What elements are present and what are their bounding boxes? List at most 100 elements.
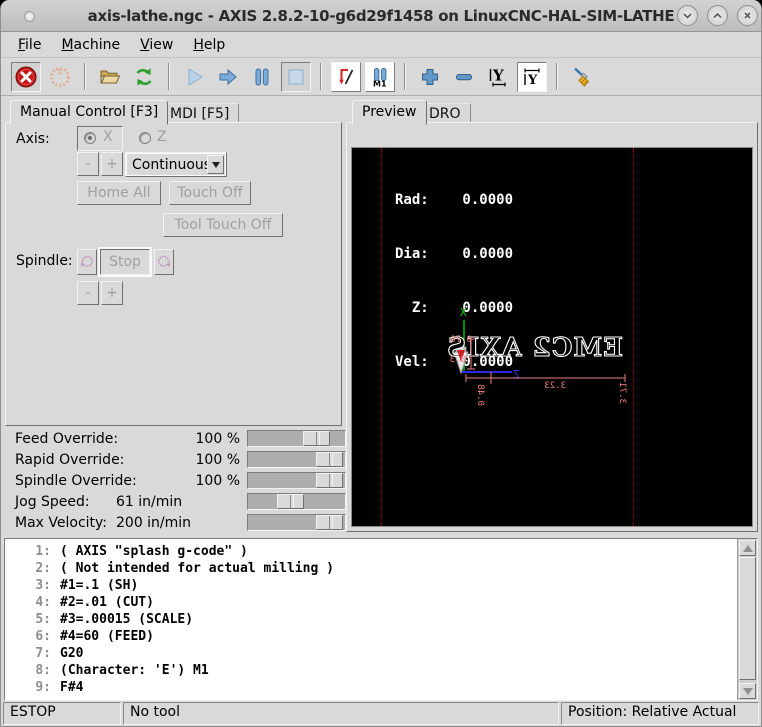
close-button[interactable] [737, 5, 758, 26]
jog-speed-slider[interactable] [247, 493, 346, 510]
max-velocity-row: Max Velocity: 200 in/min [5, 513, 344, 533]
clear-plot-button[interactable] [567, 62, 597, 92]
spindle-plus-button[interactable]: + [101, 281, 123, 305]
estop-icon [14, 65, 38, 89]
spindle-cw-button[interactable] [154, 249, 174, 275]
gcode-line[interactable]: 8:(Character: 'E') M1 [17, 662, 737, 679]
slider-thumb[interactable] [316, 473, 343, 488]
rapid-override-slider[interactable] [247, 451, 346, 468]
feed-override-slider[interactable] [247, 430, 346, 447]
scrollbar-thumb[interactable] [739, 557, 756, 680]
gcode-line[interactable]: 5:#3=.00015 (SCALE) [17, 611, 737, 628]
gcode-line-text: #2=.01 (CUT) [60, 595, 154, 610]
show-extents-icon: Y [486, 65, 510, 89]
scroll-down-button[interactable] [739, 683, 756, 699]
gcode-line-text: ( Not intended for actual milling ) [60, 561, 334, 576]
axis-x-radio-frame: X [77, 126, 123, 151]
gcode-line-text: F#4 [60, 680, 83, 695]
dim-extent-label: 3.71 [617, 382, 627, 404]
optional-stop-button[interactable]: M1 [365, 62, 395, 92]
gcode-line[interactable]: 2:( Not intended for actual milling ) [17, 560, 737, 577]
stop-program-button[interactable] [281, 62, 311, 92]
spindle-override-row: Spindle Override: 100 % [5, 471, 344, 491]
gcode-line-number: 1: [17, 543, 51, 560]
gcode-line[interactable]: 7:G20 [17, 645, 737, 662]
menu-help[interactable]: Help [184, 35, 234, 55]
tab-manual-control[interactable]: Manual Control [F3] [10, 100, 168, 125]
pause-icon [250, 65, 274, 89]
statusbar: ESTOP No tool Position: Relative Actual [3, 702, 759, 725]
axis-z-radio[interactable] [139, 132, 151, 144]
run-program-button[interactable] [179, 62, 209, 92]
rapid-override-row: Rapid Override: 100 % [5, 450, 344, 470]
menubar: File Machine View Help [1, 33, 761, 58]
status-position: Position: Relative Actual [561, 702, 759, 725]
zoom-in-icon [418, 65, 442, 89]
chevron-down-icon [212, 162, 220, 168]
preview-canvas[interactable]: Rad: 0.0000 Dia: 0.0000 Z: 0.0000 Vel: 0… [351, 147, 753, 527]
skip-lines-button[interactable] [331, 62, 361, 92]
estop-button[interactable] [11, 62, 41, 92]
reload-file-button[interactable] [129, 62, 159, 92]
axis-label: Axis: [16, 131, 50, 147]
menu-view[interactable]: View [131, 35, 182, 55]
slider-thumb[interactable] [303, 431, 330, 446]
spindle-override-slider[interactable] [247, 472, 346, 489]
run-icon [182, 65, 206, 89]
open-file-button[interactable] [95, 62, 125, 92]
gcode-line-number: 4: [17, 594, 51, 611]
max-velocity-slider[interactable] [247, 514, 346, 531]
machine-power-button[interactable] [45, 62, 75, 92]
dim-r2-label: 0.3 [450, 355, 466, 365]
gcode-line[interactable]: 4: #2=.01 (CUT) [17, 594, 737, 611]
gcode-line[interactable]: 9: F#4 [17, 679, 737, 696]
dim-r1-label: 0.76 [450, 335, 472, 345]
gcode-line-text: #1=.1 (SH) [60, 578, 138, 593]
rapid-override-value: 100 % [196, 452, 240, 468]
max-velocity-label: Max Velocity: [15, 515, 107, 531]
dim-width-label: 3.23 [544, 381, 566, 391]
gcode-listing[interactable]: 1:( AXIS "splash g-code" ) 2:( Not inten… [5, 539, 738, 700]
triangle-down-icon [743, 688, 753, 695]
menu-file[interactable]: File [9, 35, 50, 55]
gcode-line-number: 9: [17, 679, 51, 696]
optional-stop-m1-icon: M1 [369, 66, 391, 88]
slider-thumb[interactable] [316, 515, 343, 530]
slider-thumb[interactable] [277, 494, 304, 509]
gcode-line[interactable]: 3:#1=.1 (SH) [17, 577, 737, 594]
axis-x-radio[interactable] [84, 132, 96, 144]
jog-plus-button[interactable]: + [101, 152, 123, 176]
spindle-minus-button[interactable]: - [77, 281, 99, 305]
tool-touch-off-button[interactable]: Tool Touch Off [163, 213, 283, 237]
radio-dot [88, 136, 92, 140]
spindle-ccw-button[interactable] [77, 249, 97, 275]
slider-thumb[interactable] [316, 452, 343, 467]
jog-speed-label: Jog Speed: [15, 494, 90, 510]
jog-minus-button[interactable]: - [77, 152, 99, 176]
open-folder-icon [98, 65, 122, 89]
gcode-scrollbar[interactable] [738, 539, 757, 700]
combo-arrow-button[interactable] [207, 155, 224, 174]
jog-mode-select[interactable]: Continuous [125, 152, 227, 177]
tab-preview[interactable]: Preview [352, 100, 427, 125]
step-line-button[interactable] [213, 62, 243, 92]
zoom-in-button[interactable] [415, 62, 445, 92]
max-velocity-value: 200 in/min [116, 515, 191, 531]
spindle-stop-button[interactable]: Stop [100, 249, 150, 275]
pause-program-button[interactable] [247, 62, 277, 92]
minimize-button[interactable] [677, 5, 698, 26]
show-machine-limits-button[interactable]: Y [517, 62, 547, 92]
z-axis-label: Z [513, 368, 520, 381]
zoom-out-button[interactable] [449, 62, 479, 92]
menu-machine[interactable]: Machine [52, 35, 129, 55]
toolbar-separator [320, 63, 322, 90]
touch-off-button[interactable]: Touch Off [169, 181, 251, 205]
status-tool: No tool [123, 702, 559, 725]
gcode-line[interactable]: 6:#4=60 (FEED) [17, 628, 737, 645]
home-all-button[interactable]: Home All [77, 181, 161, 205]
gcode-line-text: #3=.00015 (SCALE) [60, 612, 193, 627]
maximize-button[interactable] [707, 5, 728, 26]
show-extents-button[interactable]: Y [483, 62, 513, 92]
scroll-up-button[interactable] [739, 540, 756, 556]
gcode-line[interactable]: 1:( AXIS "splash g-code" ) [17, 543, 737, 560]
